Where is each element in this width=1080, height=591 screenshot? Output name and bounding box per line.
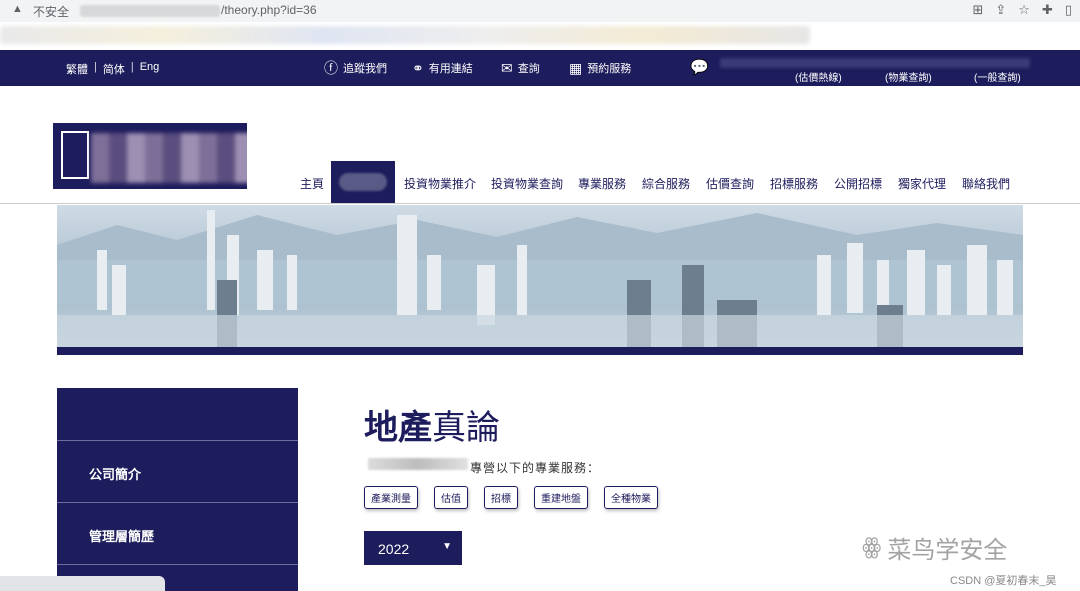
lang-english[interactable]: Eng	[140, 61, 160, 77]
warning-icon: ▲	[12, 3, 23, 15]
year-select[interactable]: 2022 ▼	[364, 531, 462, 565]
inquiry-link[interactable]: ✉ 查詢	[501, 60, 540, 76]
service-tags: 產業測量 估值 招標 重建地盤 全種物業	[364, 486, 658, 509]
redacted-bookmarks	[0, 26, 810, 44]
calendar-icon: ▦	[569, 60, 583, 76]
nav-item-tender-services[interactable]: 招標服務	[770, 175, 818, 192]
useful-links-link[interactable]: ⚭ 有用連結	[412, 60, 473, 76]
tag-valuation[interactable]: 估值	[434, 486, 468, 509]
browser-toolbar-icons: ⊞ ⇪ ☆ ✚ ▯	[972, 2, 1072, 18]
booking-link[interactable]: ▦ 預約服務	[569, 60, 631, 76]
browser-address-bar: ▲ 不安全 /theory.php?id=36 ⊞ ⇪ ☆ ✚ ▯	[0, 0, 1080, 22]
nav-item-contact-us[interactable]: 聯絡我們	[962, 175, 1010, 192]
nav-item-active-redacted[interactable]	[331, 161, 395, 203]
side-menu-item-company-profile[interactable]: 公司簡介	[57, 440, 298, 502]
tag-redevelopment[interactable]: 重建地盤	[534, 486, 588, 509]
nav-item-professional-services[interactable]: 專業服務	[578, 175, 626, 192]
nav-item-integrated-services[interactable]: 綜合服務	[642, 175, 690, 192]
nav-item-public-tender[interactable]: 公開招標	[834, 175, 882, 192]
nav-item-investment-recommend[interactable]: 投資物業推介	[404, 175, 476, 192]
skyline-illustration	[57, 210, 1023, 347]
banner-underline	[57, 347, 1023, 355]
star-icon[interactable]: ☆	[1018, 2, 1030, 18]
mail-icon: ✉	[501, 60, 513, 76]
page-title: 地產真論	[364, 400, 500, 449]
side-menu-label: 管理層簡歷	[89, 529, 155, 544]
lang-simplified[interactable]: 简体	[103, 61, 125, 77]
watermark-text: 菜鸟学安全	[887, 536, 1008, 564]
inquiry-label: 查詢	[517, 63, 540, 75]
site-header: 主頁 投資物業推介 投資物業查詢 專業服務 綜合服務 估價查詢 招標服務 公開招…	[0, 86, 1080, 204]
sidepanel-icon[interactable]: ▯	[1065, 2, 1072, 18]
nav-item-valuation-inquiry[interactable]: 估價查詢	[706, 175, 754, 192]
useful-links-label: 有用連結	[428, 63, 473, 75]
page-title-bold: 地產	[364, 408, 432, 448]
nav-item-exclusive-agency[interactable]: 獨家代理	[898, 175, 946, 192]
lang-traditional[interactable]: 繁體	[66, 61, 88, 77]
browser-status-tab	[0, 576, 165, 591]
side-menu: 公司簡介 管理層簡歷	[57, 388, 298, 591]
follow-us-label: 追蹤我們	[343, 63, 387, 75]
separator: |	[130, 61, 134, 73]
url-path[interactable]: /theory.php?id=36	[221, 3, 317, 17]
hotline-property: (物業查詢)	[885, 73, 932, 84]
bookmarks-bar	[0, 22, 1080, 50]
page-title-thin: 真論	[432, 408, 500, 448]
hero-banner-skyline	[57, 205, 1023, 347]
hotline-valuation: (估價熱線)	[795, 73, 842, 84]
nav-item-home[interactable]: 主頁	[300, 175, 324, 192]
tag-all-properties[interactable]: 全種物業	[604, 486, 658, 509]
redacted-phone-numbers	[720, 58, 1030, 68]
share-icon[interactable]: ⇪	[995, 2, 1006, 18]
translate-icon[interactable]: ⊞	[972, 2, 983, 18]
year-select-value: 2022	[378, 541, 410, 557]
hotline-general: (一般查詢)	[974, 73, 1021, 84]
side-menu-label: 公司簡介	[89, 467, 142, 482]
link-icon: ⚭	[412, 60, 424, 76]
watermark: ꙮ 菜鸟学安全	[862, 530, 1007, 565]
main-navigation: 主頁 投資物業推介 投資物業查詢 專業服務 綜合服務 估價查詢 招標服務 公開招…	[0, 86, 1080, 204]
chat-icon: 💬	[690, 59, 709, 76]
follow-us-link[interactable]: ⓕ 追蹤我們	[324, 60, 387, 76]
language-switcher: 繁體 | 简体 | Eng	[66, 61, 159, 77]
security-label[interactable]: 不安全	[33, 3, 69, 20]
separator: |	[94, 61, 97, 73]
wechat-icon: ꙮ	[862, 535, 882, 560]
extensions-icon[interactable]: ✚	[1042, 2, 1053, 18]
csdn-watermark: CSDN @夏初春末_昊	[950, 575, 1057, 587]
booking-label: 預約服務	[587, 63, 632, 75]
redacted-company-name	[368, 458, 468, 470]
chevron-down-icon: ▼	[442, 541, 452, 552]
services-intro: 專營以下的專業服務：	[470, 461, 601, 475]
facebook-icon: ⓕ	[324, 60, 338, 76]
side-menu-item-management[interactable]: 管理層簡歷	[57, 502, 298, 564]
redacted-domain	[80, 5, 220, 17]
tag-tender[interactable]: 招標	[484, 486, 518, 509]
top-utility-bar: 繁體 | 简体 | Eng ⓕ 追蹤我們 ⚭ 有用連結 ✉ 查詢 ▦ 預約服務 …	[0, 50, 1080, 86]
tag-property-survey[interactable]: 產業測量	[364, 486, 418, 509]
nav-item-investment-inquiry[interactable]: 投資物業查詢	[491, 175, 563, 192]
